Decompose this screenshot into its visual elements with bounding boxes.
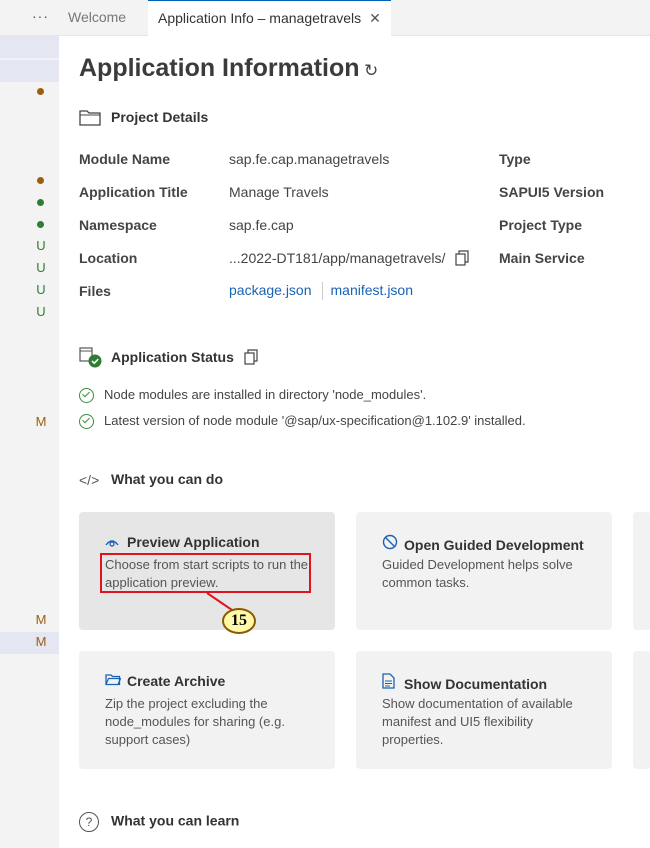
folder-open-icon [105,673,123,689]
show-documentation-title: Show Documentation [404,676,548,692]
module-name-value: sap.fe.cap.managetravels [229,151,390,167]
type-label: Type [499,151,531,167]
show-documentation-description: Show documentation of available manifest… [382,696,573,747]
create-archive-title: Create Archive [127,673,226,689]
card-title: Show Documentation [382,673,547,692]
main-content: Application Information ↻ Project Detail… [59,36,650,848]
status-line: Latest version of node module '@sap/ux-s… [79,413,526,430]
divider [321,282,323,301]
copy-icon[interactable] [455,250,469,269]
document-icon [382,673,400,692]
gutter-selection [0,632,59,654]
application-title-value: Manage Travels [229,184,329,200]
question-mark: ? [79,812,99,832]
sapui5-version-label: SAPUI5 Version [499,184,605,200]
package-json-link[interactable]: package.json [229,282,312,298]
application-status-label: Application Status [111,349,234,366]
card-title: Open Guided Development [382,534,584,553]
files-label: Files [79,283,111,299]
card-title: Preview Application [105,534,260,550]
git-status-untracked: U [36,260,46,275]
status-text: Latest version of node module '@sap/ux-s… [104,413,526,428]
location-label: Location [79,250,138,266]
main-service-label: Main Service [499,250,585,266]
preview-application-title: Preview Application [127,534,260,550]
page-title: Application Information [79,54,360,82]
git-status-modified: M [35,634,47,649]
location-path: ...2022-DT181/app/managetravels/ [229,250,446,267]
git-status-untracked: U [36,304,46,319]
what-you-can-do-label: What you can do [111,471,223,487]
untracked-dot [37,221,44,228]
tab-application-info-label: Application Info – managetravels [158,10,362,26]
module-name-label: Module Name [79,151,171,167]
what-you-can-learn-label: What you can learn [111,812,240,829]
check-circle-icon [79,414,94,430]
more-card[interactable] [633,651,650,769]
git-status-modified: M [35,414,47,429]
tab-application-info[interactable]: Application Info – managetravels ✕ [148,0,391,36]
card-title: Create Archive [105,673,225,689]
modified-dot [37,177,44,184]
git-status-untracked: U [36,238,46,253]
project-details-heading: Project Details [79,108,208,129]
namespace-label: Namespace [79,217,157,233]
more-card[interactable] [633,512,650,630]
tab-bar: ··· Welcome Application Info – managetra… [0,0,650,36]
git-status-modified: M [35,612,47,627]
highlight-box [100,553,311,593]
code-icon: </> [79,472,100,489]
files-links: package.json manifest.json [229,282,413,301]
close-icon[interactable]: ✕ [369,10,381,26]
git-status-untracked: U [36,282,46,297]
step-number-badge: 15 [222,608,256,634]
project-type-label: Project Type [499,217,582,233]
show-documentation-card[interactable]: Show Documentation Show documentation of… [356,651,612,769]
modified-dot [37,88,44,95]
gutter-selection [0,36,59,58]
status-text: Node modules are installed in directory … [104,387,427,402]
check-circle-icon [79,388,94,404]
what-you-can-do-heading: </> What you can do [79,471,223,488]
create-archive-card[interactable]: Create Archive Zip the project excluding… [79,651,335,769]
application-status-heading: Application Status [79,346,258,371]
application-title-label: Application Title [79,184,188,200]
status-check-icon [79,346,103,371]
open-guided-development-description: Guided Development helps solve common ta… [382,557,573,590]
question-icon: ? [79,812,103,832]
folder-icon [79,108,103,129]
tab-welcome[interactable]: Welcome [58,0,149,35]
guided-development-icon [382,534,400,553]
tab-welcome-label: Welcome [68,9,127,25]
status-line: Node modules are installed in directory … [79,387,427,404]
create-archive-description: Zip the project excluding the node_modul… [105,696,285,747]
refresh-icon[interactable]: ↻ [364,61,378,81]
untracked-dot [37,199,44,206]
what-you-can-learn-heading: ? What you can learn [79,812,239,832]
copy-icon[interactable] [244,349,258,368]
open-guided-development-title: Open Guided Development [404,537,584,553]
namespace-value: sap.fe.cap [229,217,294,233]
open-guided-development-card[interactable]: Open Guided Development Guided Developme… [356,512,612,630]
gutter-selection [0,60,59,82]
more-actions-icon[interactable]: ··· [32,8,49,24]
manifest-json-link[interactable]: manifest.json [331,282,413,298]
explorer-gutter: U U U U M M M [0,36,59,848]
location-value: ...2022-DT181/app/managetravels/ [229,250,469,269]
project-details-label: Project Details [111,109,209,126]
eye-icon [105,534,123,550]
